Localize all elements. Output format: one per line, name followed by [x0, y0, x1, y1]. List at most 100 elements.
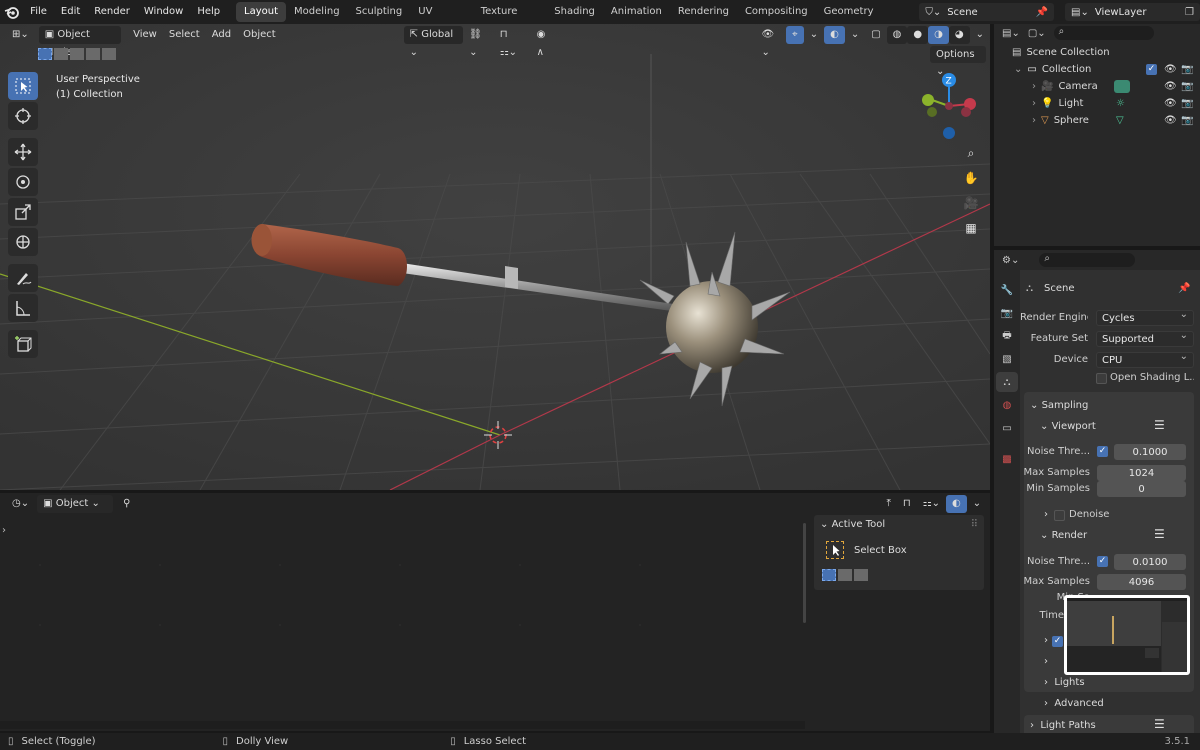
collection-row[interactable]: ⌄ ▭ Collection ✓ 👁 📷	[994, 61, 1200, 78]
tab-layout[interactable]: Layout	[236, 2, 287, 22]
active-tool-header[interactable]: ⌄ Active Tool	[820, 519, 885, 530]
render-presets-icon[interactable]: ☰	[1154, 527, 1165, 541]
path-guiding-expand-icon[interactable]: ›	[1044, 656, 1048, 667]
menu-window[interactable]: Window	[137, 0, 190, 24]
collection-camera-icon[interactable]: 📷	[1181, 64, 1193, 75]
tool-move[interactable]	[8, 138, 38, 166]
denoise-checkbox[interactable]	[1054, 510, 1065, 521]
tool-transform[interactable]	[8, 228, 38, 256]
camera-eye-icon[interactable]: 👁	[1164, 81, 1177, 92]
tab-compositing[interactable]: Compositing	[737, 2, 816, 22]
feature-set-dropdown[interactable]: Supported	[1096, 330, 1194, 347]
menu-add[interactable]: Add	[206, 26, 237, 44]
properties-search-input[interactable]: ⌕	[1039, 253, 1136, 267]
navigation-gizmo[interactable]: Z	[918, 70, 980, 142]
select-box-tool-icon[interactable]	[826, 541, 844, 559]
mode-dropdown[interactable]: ▣ Object Mode ⌄	[38, 26, 122, 58]
camera-render-icon[interactable]: 📷	[1181, 81, 1193, 92]
expand-camera-icon[interactable]: ›	[1032, 81, 1036, 92]
collection-eye-icon[interactable]: 👁	[1164, 64, 1177, 75]
tool-rotate[interactable]	[8, 168, 38, 196]
tool-annotate[interactable]	[8, 264, 38, 292]
zoom-icon[interactable]: ⌕	[960, 142, 982, 164]
render-noise-field[interactable]: 0.0100	[1114, 554, 1186, 570]
pin-icon[interactable]: 📌	[1036, 7, 1048, 18]
tool-add-cube[interactable]	[8, 330, 38, 358]
shading-solid-icon[interactable]: ●	[907, 26, 929, 44]
visibility-icon[interactable]: 👁⌄	[756, 26, 787, 58]
gizmo-toggle-icon[interactable]: ⌖	[786, 26, 804, 44]
tab-animation[interactable]: Animation	[603, 2, 670, 22]
expand-collection-icon[interactable]: ⌄	[1014, 64, 1022, 75]
xray-icon[interactable]: ▢	[865, 26, 886, 44]
editor-type-icon[interactable]: ⊞⌄	[6, 26, 35, 44]
sampling-header[interactable]: ⌄ Sampling	[1030, 400, 1088, 411]
overlay-dropdown-icon[interactable]: ⌄	[845, 26, 865, 44]
mode-subtract-icon[interactable]	[854, 569, 868, 581]
render-subpanel-header[interactable]: ⌄ Render	[1040, 530, 1087, 541]
tab-rendering[interactable]: Rendering	[670, 2, 737, 22]
menu-render[interactable]: Render	[87, 0, 137, 24]
options-dropdown[interactable]: Options ⌄	[930, 46, 986, 77]
viewport-max-field[interactable]: 1024	[1097, 465, 1186, 481]
tab-uv-editing[interactable]: UV Editing	[410, 2, 473, 37]
viewport-presets-icon[interactable]: ☰	[1154, 418, 1165, 432]
timeline-hscroll[interactable]	[0, 721, 805, 729]
timeline-grid-icon[interactable]: ⚏⌄	[917, 495, 946, 513]
tab-shading[interactable]: Shading	[546, 2, 603, 22]
outliner-search-input[interactable]: ⌕	[1053, 26, 1154, 40]
select-extend-icon[interactable]	[54, 48, 68, 60]
timeline-snap-icon[interactable]: ⊓	[897, 495, 917, 513]
orientation-dropdown[interactable]: ⇱ Global ⌄	[403, 26, 464, 58]
output-tab-icon[interactable]: 🖶	[996, 326, 1018, 346]
tab-modeling[interactable]: Modeling	[286, 2, 348, 22]
device-dropdown[interactable]: CPU	[1096, 351, 1194, 368]
tool-measure[interactable]	[8, 294, 38, 322]
menu-object[interactable]: Object	[237, 26, 282, 44]
light-paths-header[interactable]: › Light Paths	[1030, 720, 1096, 731]
timeline-overlay-dropdown-icon[interactable]: ⌄	[967, 495, 987, 513]
tool-scale[interactable]	[8, 198, 38, 226]
world-tab-icon[interactable]: ◍	[996, 395, 1018, 415]
properties-editor-icon[interactable]: ⚙⌄	[1002, 255, 1019, 266]
viewport-noise-field[interactable]: 0.1000	[1114, 444, 1186, 460]
drag-handle-icon[interactable]: ⠿	[971, 519, 978, 530]
3d-viewport[interactable]	[0, 24, 990, 490]
menu-view[interactable]: View	[127, 26, 163, 44]
lights-header[interactable]: › Lights	[1044, 677, 1085, 688]
shading-dropdown-icon[interactable]: ⌄	[970, 26, 990, 44]
select-new-icon[interactable]	[38, 48, 52, 60]
timeline-scrollbar[interactable]	[803, 523, 806, 623]
camera-view-icon[interactable]: 🎥	[960, 192, 982, 214]
tab-geometry-nodes[interactable]: Geometry Nodes	[816, 2, 907, 37]
viewport-noise-checkbox[interactable]: ✓	[1097, 446, 1108, 457]
scene-selector[interactable]: ⛉⌄ Scene 📌	[919, 3, 1055, 21]
gizmo-dropdown-icon[interactable]: ⌄	[804, 26, 824, 44]
context-pin-icon[interactable]: 📌	[1178, 283, 1190, 294]
sphere-eye-icon[interactable]: 👁	[1164, 115, 1177, 126]
shading-wireframe-icon[interactable]: ◍	[886, 26, 908, 44]
render-engine-dropdown[interactable]: Cycles	[1096, 309, 1194, 326]
scene-collection-row[interactable]: ▤ Scene Collection	[994, 44, 1200, 61]
sphere-render-icon[interactable]: 📷	[1181, 115, 1193, 126]
viewport-subpanel-header[interactable]: ⌄ Viewport	[1040, 421, 1096, 432]
tab-sculpting[interactable]: Sculpting	[348, 2, 411, 22]
view-layer-selector[interactable]: ▤⌄ ViewLayer ❐	[1065, 3, 1200, 21]
select-invert-icon[interactable]	[86, 48, 100, 60]
proportional-edit-icon[interactable]: ◉ ∧	[531, 26, 560, 58]
blender-logo-icon[interactable]	[0, 0, 23, 24]
shading-rendered-icon[interactable]: ◕	[948, 26, 970, 44]
outliner-editor-icon[interactable]: ▤⌄	[1002, 28, 1020, 39]
timeline-overlay-icon[interactable]: ◐	[946, 495, 967, 513]
light-data-icon[interactable]: ☼	[1116, 98, 1125, 109]
perspective-grid-icon[interactable]: ▦	[960, 217, 982, 239]
pan-hand-icon[interactable]: ✋	[960, 167, 982, 189]
menu-edit[interactable]: Edit	[54, 0, 87, 24]
denoise-header[interactable]: ›	[1044, 509, 1048, 520]
tool-cursor[interactable]	[8, 102, 38, 130]
expand-light-icon[interactable]: ›	[1032, 98, 1036, 109]
tool-select-box[interactable]	[8, 72, 38, 100]
timeline-editor-icon[interactable]: ◷⌄	[6, 495, 35, 513]
snap-icon[interactable]: ⊓ ⚏⌄	[494, 26, 531, 58]
adaptive-checkbox[interactable]: ✓	[1052, 636, 1063, 647]
